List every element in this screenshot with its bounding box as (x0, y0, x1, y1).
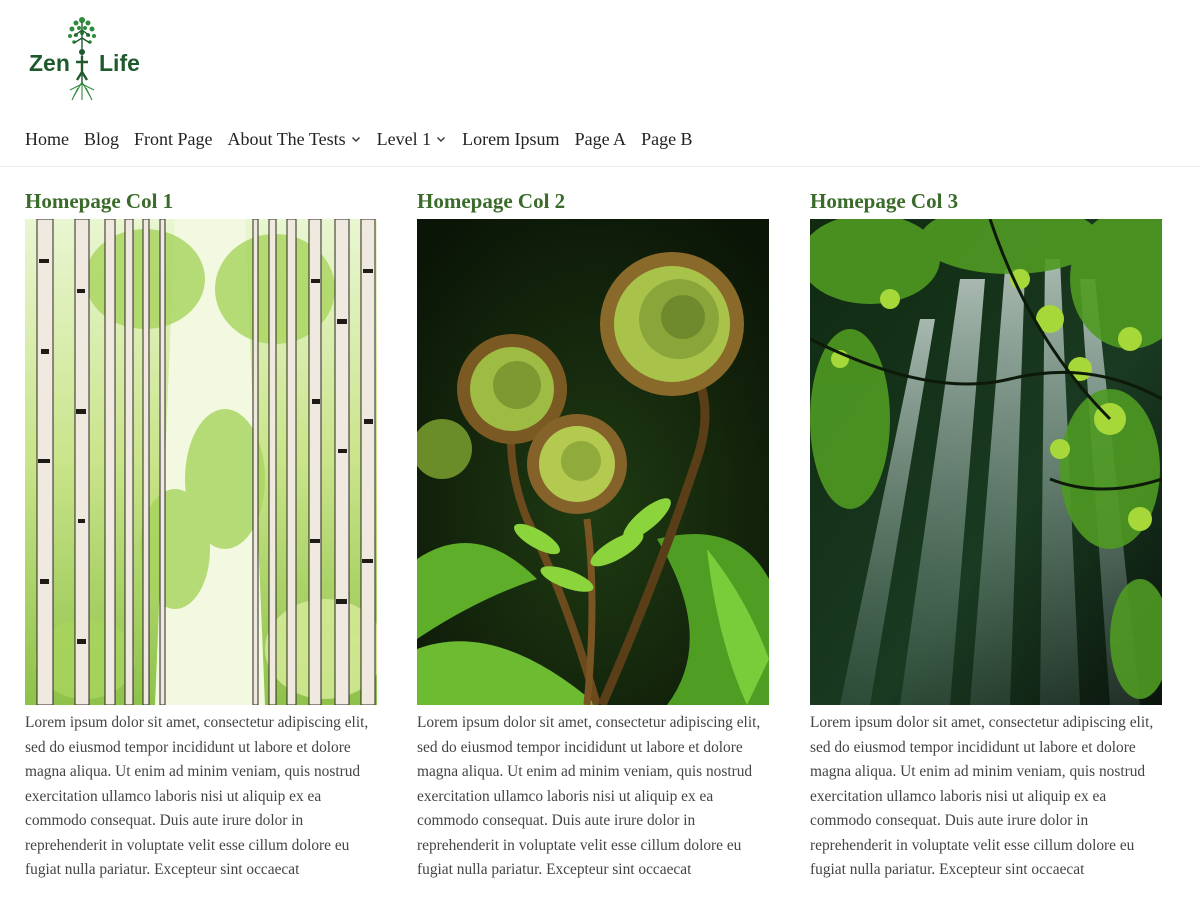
column-body-text: Lorem ipsum dolor sit amet, consectetur … (25, 714, 369, 878)
nav-item-label: Blog (84, 128, 120, 149)
chevron-down-icon (351, 137, 360, 142)
column-title: Homepage Col 2 (417, 189, 566, 213)
nav-item-about-the-tests[interactable]: About The Tests (228, 129, 362, 150)
column-title: Homepage Col 3 (810, 189, 959, 213)
nav-item-label: Level 1 (376, 128, 432, 149)
sunbeam-forest-photo (810, 219, 1162, 705)
column-title: Homepage Col 1 (25, 189, 174, 213)
birch-forest-photo (25, 219, 377, 705)
nav-item-label: Home (25, 128, 69, 149)
nav-item-lorem-ipsum[interactable]: Lorem Ipsum (462, 129, 559, 150)
nav-item-label: Page A (574, 128, 627, 149)
nav-item-level-1[interactable]: Level 1 (377, 129, 447, 150)
site-header: Zen Life Home Blog Front Page About The … (0, 0, 1200, 167)
main-navigation: Home Blog Front Page About The Tests Lev… (25, 126, 708, 152)
nav-item-front-page[interactable]: Front Page (134, 129, 213, 150)
nav-item-blog[interactable]: Blog (84, 129, 119, 150)
nav-item-label: Page B (641, 128, 693, 149)
tree-figure-icon (68, 17, 96, 101)
homepage-column-2: Homepage Col 2 Lorem ipsum dolor sit ame… (417, 186, 769, 883)
site-logo[interactable]: Zen Life (26, 14, 150, 102)
homepage-column-1: Homepage Col 1 Lorem ipsum dolor sit ame… (25, 186, 377, 883)
homepage-column-3: Homepage Col 3 Lorem ipsum dolor sit ame… (810, 186, 1162, 883)
fern-fiddlehead-photo (417, 219, 769, 705)
nav-item-label: About The Tests (227, 128, 346, 149)
logo-word-life: Life (99, 50, 140, 76)
nav-item-page-a[interactable]: Page A (575, 129, 627, 150)
column-body-text: Lorem ipsum dolor sit amet, consectetur … (417, 714, 761, 878)
nav-item-label: Front Page (134, 128, 213, 149)
nav-item-home[interactable]: Home (25, 129, 69, 150)
nav-item-label: Lorem Ipsum (462, 128, 560, 149)
nav-item-page-b[interactable]: Page B (641, 129, 693, 150)
chevron-down-icon (437, 137, 446, 142)
column-body-text: Lorem ipsum dolor sit amet, consectetur … (810, 714, 1154, 878)
